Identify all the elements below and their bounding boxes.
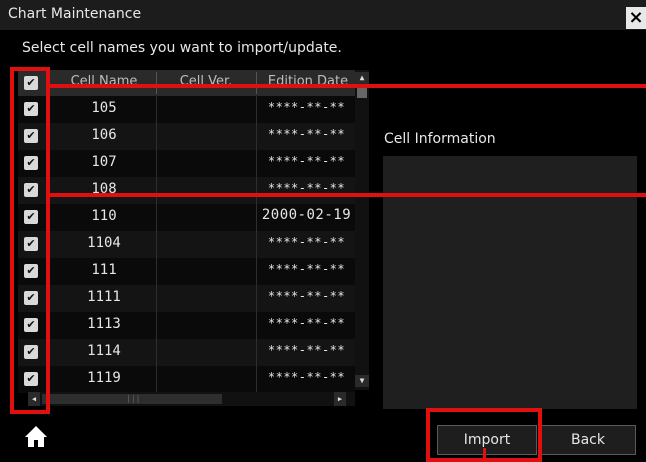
close-icon[interactable]: × [626,7,646,29]
home-icon[interactable] [24,424,48,448]
edition-date: ****-**-** [267,100,346,114]
edition-date: ****-**-** [267,343,346,357]
cell-name: 1114 [87,343,121,359]
table-row[interactable]: ✔ 106 ****-**-** [18,123,355,150]
column-line [256,96,257,393]
instruction-text: Select cell names you want to import/upd… [22,40,342,56]
window-title: Chart Maintenance [8,6,142,22]
edition-date: 2000-02-19 [261,207,352,223]
table-row[interactable]: ✔ 110 2000-02-19 [18,204,355,231]
annotation-line [50,193,646,197]
table-row[interactable]: ✔ 1119 ****-**-** [18,366,355,393]
horizontal-scrollbar[interactable]: ◀ ||| ▶ [28,392,355,406]
table-row[interactable]: ✔ 1104 ****-**-** [18,231,355,258]
edition-date: ****-**-** [267,127,346,141]
column-line [156,96,157,393]
table-row[interactable]: ✔ 105 ****-**-** [18,96,355,123]
edition-date: ****-**-** [267,370,346,384]
back-button[interactable]: Back [540,425,636,455]
scroll-up-icon[interactable]: ▲ [355,72,369,84]
cell-name: 105 [91,100,117,116]
scroll-right-icon[interactable]: ▶ [334,392,346,406]
edition-date: ****-**-** [267,235,346,249]
cell-name: 1111 [87,289,121,305]
table-row[interactable]: ✔ 108 ****-**-** [18,177,355,204]
cell-name: 1113 [87,316,121,332]
cell-name: 1104 [87,235,121,251]
title-bar: Chart Maintenance × [0,0,646,30]
checkbox-column-highlight [10,67,50,414]
edition-date: ****-**-** [267,289,346,303]
cell-name: 111 [91,262,117,278]
home-icon-graphic [25,426,47,447]
edition-date: ****-**-** [267,262,346,276]
grip-icon: ||| [126,394,141,403]
column-divider [156,72,157,94]
table-row[interactable]: ✔ 1111 ****-**-** [18,285,355,312]
table-row[interactable]: ✔ 1113 ****-**-** [18,312,355,339]
table-row[interactable]: ✔ 111 ****-**-** [18,258,355,285]
vertical-scrollbar[interactable]: ▲ ▼ [355,70,369,390]
table-header: ✔ Cell Name Cell Ver. Edition Date [18,70,355,96]
edition-date: ****-**-** [267,316,346,330]
annotation-line [50,84,646,88]
cell-name: 110 [91,208,117,224]
edition-date: ****-**-** [267,154,346,168]
cell-name: 107 [91,154,117,170]
annotation-line [483,448,486,462]
table-row[interactable]: ✔ 1114 ****-**-** [18,339,355,366]
table-row[interactable]: ✔ 107 ****-**-** [18,150,355,177]
column-divider [256,72,257,94]
cell-name: 106 [91,127,117,143]
scroll-down-icon[interactable]: ▼ [355,375,369,387]
cell-name: 1119 [87,370,121,386]
cell-information-label: Cell Information [384,131,496,147]
